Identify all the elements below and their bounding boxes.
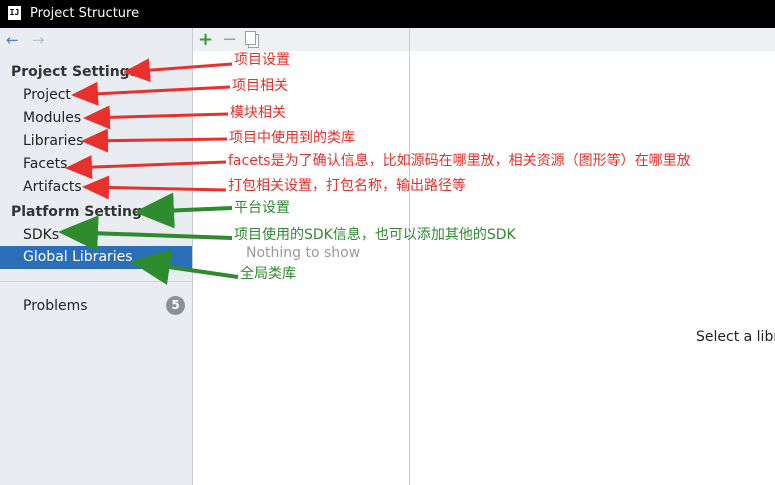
sidebar-item-facets[interactable]: Facets [23,155,67,173]
copy-icon[interactable] [245,31,259,48]
select-library-hint: Select a libra [696,329,775,345]
sidebar-divider [0,281,192,282]
sidebar: ← → Project Settings Project Modules Lib… [0,28,192,485]
sidebar-item-project[interactable]: Project [23,86,71,104]
window-title: Project Structure [30,6,140,21]
minus-icon[interactable]: − [222,28,237,51]
title-bar: IJ Project Structure [0,0,775,28]
sidebar-item-global-libraries[interactable]: Global Libraries [0,246,192,269]
list-toolbar: + − [193,28,409,51]
empty-list-message: Nothing to show [246,245,361,261]
library-list-panel: + − Nothing to show [192,28,410,485]
sidebar-item-problems[interactable]: Problems [23,297,88,315]
sidebar-item-artifacts[interactable]: Artifacts [23,178,82,196]
arrow-right-icon[interactable]: → [32,33,45,48]
sidebar-item-libraries[interactable]: Libraries [23,132,83,150]
detail-panel: Select a libra [410,28,775,485]
detail-toolbar [410,28,775,51]
sidebar-item-modules[interactable]: Modules [23,109,81,127]
platform-settings-header: Platform Settings [11,204,151,220]
app-icon: IJ [8,6,21,20]
arrow-left-icon[interactable]: ← [6,33,19,48]
sidebar-item-sdks[interactable]: SDKs [23,226,59,244]
plus-icon[interactable]: + [198,28,213,51]
problems-count-badge: 5 [166,296,185,315]
sidebar-item-label: Global Libraries [23,249,133,265]
project-settings-header: Project Settings [11,64,139,80]
